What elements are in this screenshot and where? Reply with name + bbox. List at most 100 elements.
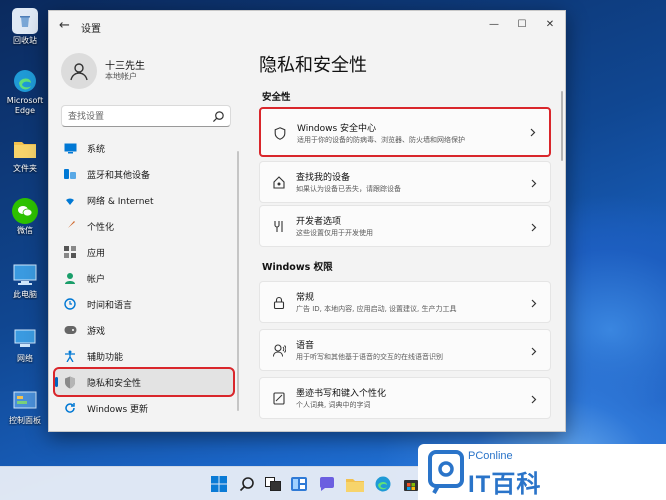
card-title: 常规 (296, 293, 315, 303)
sidebar-item-label: 帐户 (87, 274, 106, 285)
card-windows-security[interactable]: Windows 安全中心 适用于你的设备的防病毒、浏览器、防火墙和网络保护 (259, 107, 551, 157)
card-description: 个人词典, 词典中的字词 (296, 401, 371, 409)
chevron-right-icon (530, 346, 538, 356)
user-name: 十三先生 (105, 61, 145, 72)
sidebar-item-label: 个性化 (87, 222, 115, 233)
chat-icon[interactable] (318, 475, 336, 493)
main-scrollbar[interactable] (561, 91, 563, 161)
sidebar-item-windows-update[interactable]: Windows 更新 (55, 395, 233, 421)
card-title: 墨迹书写和键入个性化 (296, 389, 387, 399)
sidebar-item-apps[interactable]: 应用 (55, 239, 233, 265)
search-input[interactable] (68, 109, 208, 124)
desktop-icon-folder[interactable]: 文件夹 (4, 136, 46, 174)
privacy-shield-icon (63, 375, 77, 389)
user-icon (70, 63, 88, 81)
system-icon (63, 141, 77, 155)
maximize-button[interactable]: ☐ (511, 16, 533, 34)
watermark-title: IT百科 (468, 471, 542, 498)
desktop-icon-edge[interactable]: Microsoft Edge (4, 68, 46, 116)
card-title: Windows 安全中心 (297, 124, 377, 134)
sidebar-item-personalization[interactable]: 个性化 (55, 213, 233, 239)
avatar[interactable] (61, 53, 97, 89)
file-explorer-icon[interactable] (346, 475, 364, 493)
chevron-right-icon (530, 298, 538, 308)
card-find-my-device[interactable]: 查找我的设备 如果认为设备已丢失，请跟踪设备 (259, 161, 551, 203)
card-description: 如果认为设备已丢失，请跟踪设备 (296, 185, 401, 193)
sidebar-item-network[interactable]: 网络 & Internet (55, 187, 233, 213)
watermark-brand: PConline (468, 450, 513, 462)
back-button[interactable]: ← (59, 19, 75, 33)
card-title: 开发者选项 (296, 217, 342, 227)
sidebar-nav: 系统 蓝牙和其他设备 网络 & Internet 个性化 应用 帐户 时间和语言 (53, 135, 235, 421)
speech-icon (272, 343, 286, 357)
sidebar-item-label: 辅助功能 (87, 352, 124, 363)
desktop-icon-recycle-bin[interactable]: 回收站 (4, 8, 46, 46)
time-language-icon (63, 297, 77, 311)
desktop-icon-label: 网络 (17, 354, 33, 363)
gaming-icon (63, 323, 77, 337)
card-description: 用于听写和其他基于语音的交互的在线语音识别 (296, 353, 443, 361)
desktop-icon-label: 文件夹 (13, 164, 37, 173)
wechat-icon (12, 198, 38, 224)
start-icon[interactable] (210, 475, 228, 493)
sidebar-item-accessibility[interactable]: 辅助功能 (55, 343, 233, 369)
developer-tools-icon (272, 219, 286, 233)
card-description: 广告 ID, 本地内容, 应用启动, 设置建议, 生产力工具 (296, 305, 457, 313)
widgets-icon[interactable] (290, 475, 308, 493)
desktop-icon-wechat[interactable]: 微信 (4, 198, 46, 236)
sidebar-item-label: 系统 (87, 144, 106, 155)
personalization-icon (63, 219, 77, 233)
title-bar: ← 设置 — ☐ ✕ (49, 11, 565, 41)
chevron-right-icon (530, 394, 538, 404)
card-description: 这些设置仅用于开发使用 (296, 229, 373, 237)
sidebar-item-privacy-security[interactable]: 隐私和安全性 (53, 367, 235, 397)
desktop-icon-control-panel[interactable]: 控制面板 (4, 388, 46, 426)
page-title: 隐私和安全性 (259, 55, 367, 76)
card-description: 适用于你的设备的防病毒、浏览器、防火墙和网络保护 (297, 136, 465, 144)
sidebar-item-label: 蓝牙和其他设备 (87, 170, 151, 181)
minimize-button[interactable]: — (483, 16, 505, 34)
sidebar-item-time-language[interactable]: 时间和语言 (55, 291, 233, 317)
sidebar-item-system[interactable]: 系统 (55, 135, 233, 161)
network-wifi-icon (63, 193, 77, 207)
user-account-type: 本地帐户 (105, 72, 137, 81)
sidebar-item-label: 网络 & Internet (87, 196, 154, 207)
desktop-icon-label: 控制面板 (9, 416, 41, 425)
chevron-right-icon (530, 178, 538, 188)
sidebar-item-gaming[interactable]: 游戏 (55, 317, 233, 343)
windows-update-icon (63, 401, 77, 415)
this-pc-icon (12, 262, 38, 288)
edge-icon (12, 68, 38, 94)
chevron-right-icon (529, 127, 537, 137)
watermark: PConline IT百科 (418, 444, 666, 500)
search-box (61, 105, 231, 127)
folder-icon (12, 136, 38, 162)
sidebar-item-accounts[interactable]: 帐户 (55, 265, 233, 291)
desktop-icons: 回收站 Microsoft Edge 文件夹 微信 此电脑 网络 控制面板 (0, 0, 48, 470)
search-icon[interactable] (238, 475, 256, 493)
section-title-security: 安全性 (262, 92, 291, 103)
desktop-icon-this-pc[interactable]: 此电脑 (4, 262, 46, 300)
card-general[interactable]: 常规 广告 ID, 本地内容, 应用启动, 设置建议, 生产力工具 (259, 281, 551, 323)
desktop-icon-label: 微信 (17, 226, 33, 235)
sidebar-item-bluetooth[interactable]: 蓝牙和其他设备 (55, 161, 233, 187)
task-view-icon[interactable] (264, 475, 282, 493)
lock-icon (272, 295, 286, 309)
sidebar-item-label: 时间和语言 (87, 300, 133, 311)
window-title: 设置 (81, 24, 101, 35)
network-icon (12, 326, 38, 352)
card-developer-options[interactable]: 开发者选项 这些设置仅用于开发使用 (259, 205, 551, 247)
section-title-windows-permissions: Windows 权限 (262, 262, 333, 273)
edge-icon[interactable] (374, 475, 392, 493)
close-button[interactable]: ✕ (539, 16, 561, 34)
accounts-icon (63, 271, 77, 285)
card-inking-typing[interactable]: 墨迹书写和键入个性化 个人词典, 词典中的字词 (259, 377, 551, 419)
shield-outline-icon (273, 126, 287, 140)
chevron-right-icon (530, 222, 538, 232)
sidebar-item-label: 应用 (87, 248, 106, 259)
sidebar-scrollbar[interactable] (237, 151, 239, 411)
search-icon[interactable] (212, 110, 225, 123)
desktop-icon-network[interactable]: 网络 (4, 326, 46, 364)
card-speech[interactable]: 语音 用于听写和其他基于语音的交互的在线语音识别 (259, 329, 551, 371)
bluetooth-icon (63, 167, 77, 181)
